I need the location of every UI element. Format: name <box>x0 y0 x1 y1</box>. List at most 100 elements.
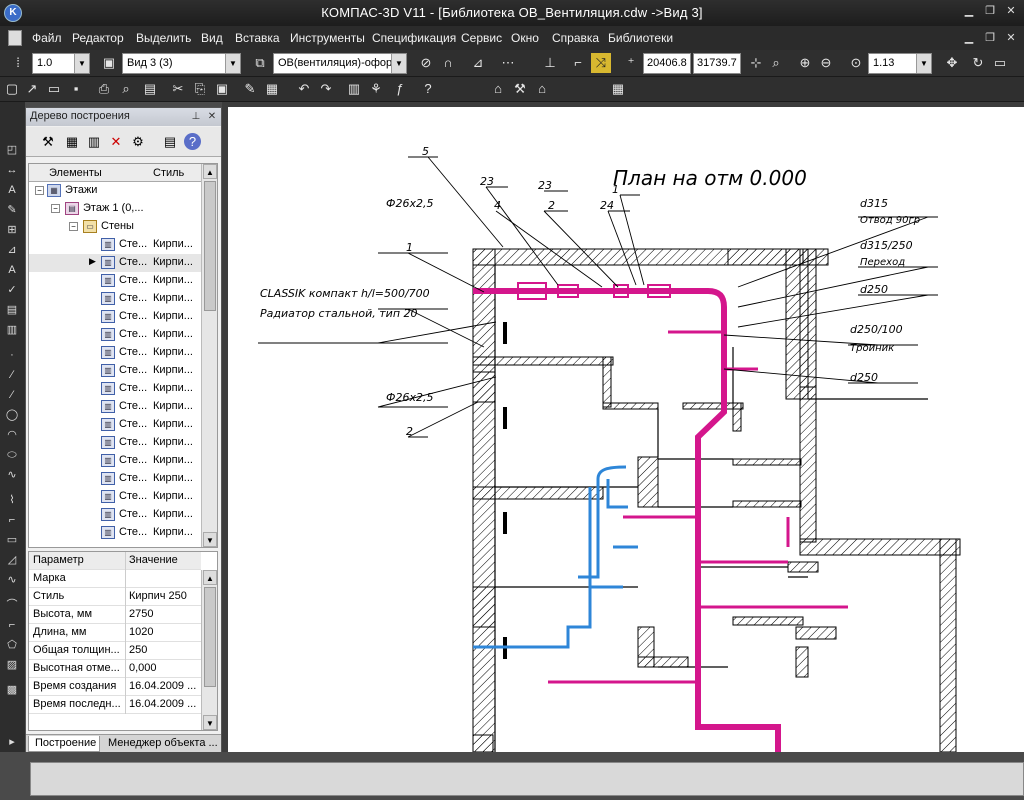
polygon-icon[interactable]: ⬠ <box>3 637 21 653</box>
tree-node-walls[interactable]: − ▭ Стены <box>29 218 201 236</box>
tree-delete-icon[interactable]: ✕ <box>106 133 126 151</box>
scroll-up-icon[interactable]: ▲ <box>203 570 217 585</box>
tools-icon[interactable]: ⚒ <box>510 79 530 99</box>
local-cs-icon[interactable]: ⊥ <box>540 53 560 73</box>
tree-node-wall[interactable]: ▥ Сте... Кирпи... <box>29 524 201 542</box>
property-value[interactable]: Кирпич 250 <box>129 590 201 602</box>
props-scrollbar[interactable]: ▲ ▼ <box>201 570 217 730</box>
fill-icon[interactable]: ▩ <box>3 682 21 698</box>
property-row[interactable]: Высотная отме... 0,000 <box>29 660 201 678</box>
grid-icon[interactable]: ⋯ <box>498 53 518 73</box>
zoom-scale-icon[interactable]: ⊙ <box>846 53 866 73</box>
tree-scrollbar[interactable]: ▲ ▼ <box>201 164 217 547</box>
doc-minimize-icon[interactable]: ▁ <box>960 30 978 46</box>
tree-node-wall[interactable]: ▥ Сте... Кирпи... <box>29 290 201 308</box>
tree-node-wall[interactable]: ▥ Сте... Кирпи... <box>29 470 201 488</box>
house-icon[interactable]: ⌂ <box>488 79 508 99</box>
ortho-mode-icon[interactable]: ⌐ <box>568 53 588 73</box>
property-value[interactable]: 0,000 <box>129 662 201 674</box>
zoom-in-icon[interactable]: ⊕ <box>795 53 815 73</box>
menu-file[interactable]: Файл <box>32 31 62 45</box>
tree-node-wall[interactable]: ▥ Сте... Кирпи... <box>29 452 201 470</box>
circle-icon[interactable]: ◯ <box>3 407 21 423</box>
tree-wrench-icon[interactable]: ⚒ <box>38 133 58 151</box>
hatch-icon[interactable]: ▨ <box>3 657 21 673</box>
open-icon[interactable]: ▭ <box>44 79 64 99</box>
doc-restore-icon[interactable]: ❐ <box>981 30 999 46</box>
property-value[interactable]: 250 <box>129 644 201 656</box>
property-row[interactable]: Время создания 16.04.2009 ... <box>29 678 201 696</box>
insert-icon[interactable]: ▥ <box>3 322 21 338</box>
measure-icon[interactable]: ⊿ <box>3 242 21 258</box>
save-icon[interactable]: ▪ <box>66 79 86 99</box>
tree-node-wall[interactable]: ▥ Сте... Кирпи... <box>29 362 201 380</box>
help-icon[interactable]: ? <box>418 79 438 99</box>
variables-icon[interactable]: ƒ <box>390 79 410 99</box>
tree-node-wall[interactable]: ▥ Сте... Кирпи... <box>29 344 201 362</box>
restore-icon[interactable]: ❐ <box>981 3 999 19</box>
copy-icon[interactable]: ⎘ <box>190 79 210 99</box>
property-value[interactable]: 16.04.2009 ... <box>129 680 201 692</box>
snap-active-icon[interactable]: ⤨ <box>591 53 611 73</box>
print-icon[interactable]: ⎙ <box>94 79 114 99</box>
tree-node-wall[interactable]: ▥ Сте... Кирпи... <box>29 380 201 398</box>
dimensions-icon[interactable]: ↔ <box>3 162 21 178</box>
new-doc-icon[interactable]: ▢ <box>2 79 22 99</box>
bezier-icon[interactable]: ∿ <box>3 572 21 588</box>
snap-magnet-icon[interactable]: ∩ <box>438 53 458 73</box>
tree-node-wall[interactable]: ▥ Сте... Кирпи... <box>29 326 201 344</box>
collapse-icon[interactable]: − <box>69 222 78 231</box>
col-style-header[interactable]: Стиль <box>153 167 184 179</box>
property-value[interactable]: 1020 <box>129 626 201 638</box>
tree-node-floors[interactable]: − ▦ Этажи <box>29 182 201 200</box>
parametrize-icon[interactable]: ⊞ <box>3 222 21 238</box>
scroll-thumb[interactable] <box>204 587 216 687</box>
equidistant-icon[interactable]: ⌒ <box>3 597 21 613</box>
undo-icon[interactable]: ↶ <box>294 79 314 99</box>
arc-icon[interactable]: ◠ <box>3 427 21 443</box>
tab-object-manager[interactable]: Менеджер объекта ... <box>102 736 219 752</box>
zoom-out-icon[interactable]: ⊖ <box>816 53 836 73</box>
tree-edit-icon[interactable]: ▥ <box>84 133 104 151</box>
cursor-icon[interactable]: ⊹ <box>746 53 766 73</box>
menu-select[interactable]: Выделить <box>136 31 191 45</box>
drawing-canvas[interactable]: План на отм 0.000 5 23 23 4 2 24 1 Ф26х2,5 1 CLASS… <box>228 107 1024 752</box>
menu-libraries[interactable]: Библиотеки <box>608 31 673 45</box>
menu-window[interactable]: Окно <box>511 31 539 45</box>
tree-node-wall[interactable]: ▥ Сте... Кирпи... <box>29 398 201 416</box>
scale-combo[interactable]: 1.0 ▼ <box>32 53 90 74</box>
new-icon[interactable]: ↗ <box>22 79 42 99</box>
tree-node-wall[interactable]: ▥ Сте... Кирпи... <box>29 236 201 254</box>
layer-combo[interactable]: ОВ(вентиляция)-офор ▼ <box>273 53 407 74</box>
property-value[interactable]: 16.04.2009 ... <box>129 698 201 710</box>
layer-icon[interactable]: ⧉ <box>250 53 270 73</box>
tree-node-floor-1[interactable]: − ▤ Этаж 1 (0,... <box>29 200 201 218</box>
preview-icon[interactable]: ⌕ <box>116 79 136 99</box>
pan-icon[interactable]: ✥ <box>942 53 962 73</box>
coord-x-field[interactable]: 20406.8 <box>643 53 691 74</box>
menu-insert[interactable]: Вставка <box>235 31 280 45</box>
tree-node-wall[interactable]: ▥ Сте... Кирпи... <box>29 506 201 524</box>
tree-node-wall[interactable]: ▥ Сте... Кирпи... <box>29 308 201 326</box>
menu-view[interactable]: Вид <box>201 31 223 45</box>
house-edit-icon[interactable]: ⌂ <box>532 79 552 99</box>
menu-service[interactable]: Сервис <box>461 31 502 45</box>
tree-add-icon[interactable]: ▦ <box>62 133 82 151</box>
select-icon[interactable]: A <box>3 262 21 278</box>
manager-icon[interactable]: ▥ <box>344 79 364 99</box>
tree-node-wall[interactable]: ▥ Сте... Кирпи... <box>29 488 201 506</box>
zoom-combo[interactable]: 1.13 ▼ <box>868 53 932 74</box>
property-value[interactable]: 2750 <box>129 608 201 620</box>
property-row[interactable]: Высота, мм 2750 <box>29 606 201 624</box>
doc-close-icon[interactable]: ✕ <box>1002 30 1020 46</box>
chevron-down-icon[interactable]: ▼ <box>916 54 931 73</box>
geometry-icon[interactable]: ◰ <box>3 142 21 158</box>
scroll-down-icon[interactable]: ▼ <box>203 715 217 730</box>
panel-close-icon[interactable]: ✕ <box>205 110 219 124</box>
ventilation-plan-drawing[interactable]: План на отм 0.000523 234 2 241Ф26х2,51CLASS… <box>228 107 1024 752</box>
view-combo[interactable]: Вид 3 (3) ▼ <box>122 53 241 74</box>
polyline-icon[interactable]: ⌇ <box>3 492 21 508</box>
point-icon[interactable]: · <box>3 347 21 363</box>
paste-icon[interactable]: ▣ <box>212 79 232 99</box>
menu-editor[interactable]: Редактор <box>72 31 124 45</box>
